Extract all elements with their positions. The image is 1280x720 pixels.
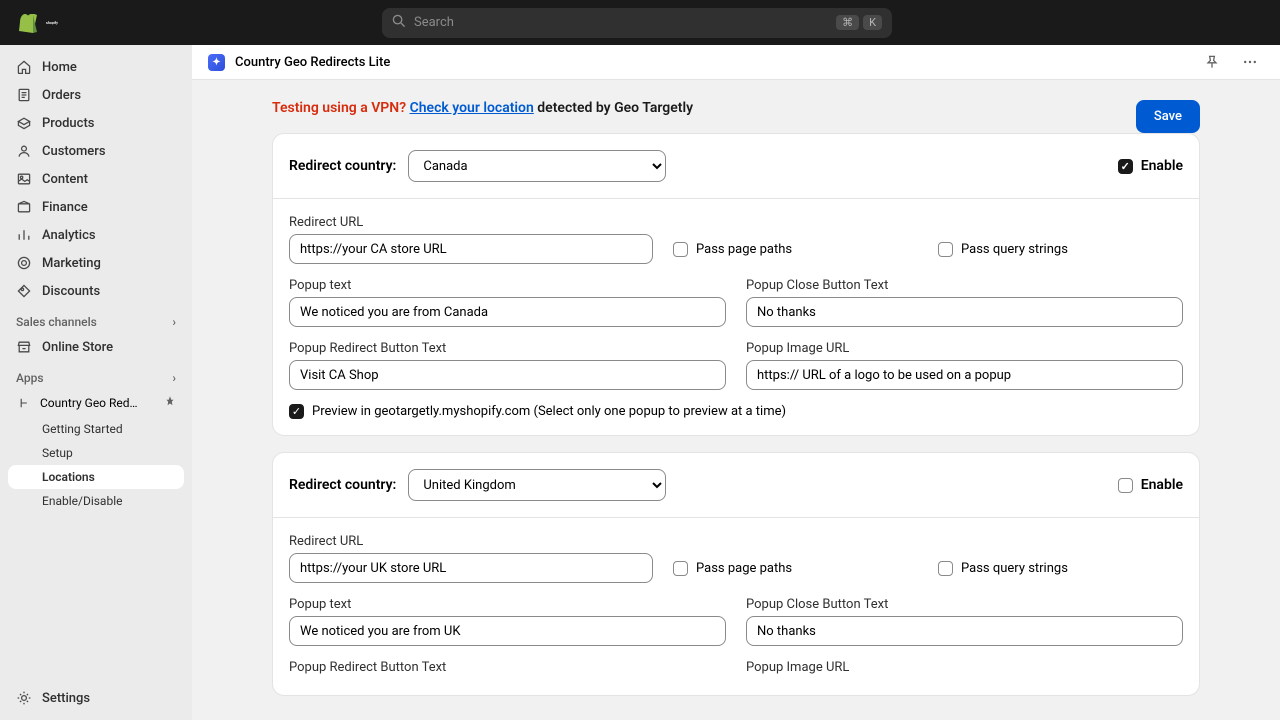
sales-channels-label: Sales channels› — [8, 305, 184, 333]
sidebar-item-marketing[interactable]: Marketing — [8, 249, 184, 277]
chevron-right-icon[interactable]: › — [172, 371, 176, 385]
sidebar-item-home[interactable]: Home — [8, 53, 184, 81]
pass-query-checkbox[interactable]: Pass query strings — [938, 234, 1183, 264]
store-icon — [16, 339, 32, 355]
redirect-url-input[interactable] — [289, 234, 653, 264]
marketing-icon — [16, 255, 32, 271]
sidebar-item-discounts[interactable]: Discounts — [8, 277, 184, 305]
tree-icon — [16, 395, 32, 411]
sidebar-item-settings[interactable]: Settings — [8, 684, 184, 712]
page-title: Country Geo Redirects Lite — [235, 55, 1188, 70]
search-icon — [392, 14, 406, 32]
sidebar: Home Orders Products Customers Content F… — [0, 45, 192, 720]
pin-icon[interactable] — [1198, 48, 1226, 76]
pass-query-checkbox[interactable]: Pass query strings — [938, 553, 1183, 583]
sidebar-app-country-geo[interactable]: Country Geo Redirect... — [8, 389, 184, 417]
shopify-logo: shopify — [16, 11, 70, 35]
check-location-link[interactable]: Check your location — [410, 100, 534, 116]
pass-paths-checkbox[interactable]: Pass page paths — [673, 553, 918, 583]
search-input[interactable]: Search ⌘ K — [382, 8, 892, 38]
topbar: shopify Search ⌘ K — [0, 0, 1280, 45]
sidebar-item-analytics[interactable]: Analytics — [8, 221, 184, 249]
redirect-country-label: Redirect country: — [289, 158, 396, 174]
location-card-uk: Redirect country: United Kingdom Enable … — [272, 452, 1200, 696]
location-card-canada: Redirect country: Canada ✓ Enable Redire… — [272, 133, 1200, 436]
search-placeholder: Search — [414, 15, 454, 30]
kbd-cmd: ⌘ — [836, 15, 859, 30]
popup-text-input[interactable] — [289, 616, 726, 646]
content-icon — [16, 171, 32, 187]
popup-close-input[interactable] — [746, 616, 1183, 646]
preview-checkbox[interactable]: ✓ — [289, 404, 304, 419]
enable-checkbox[interactable] — [1118, 478, 1133, 493]
vpn-warning: Testing using a VPN? Check your location… — [272, 100, 693, 116]
sidebar-item-products[interactable]: Products — [8, 109, 184, 137]
finance-icon — [16, 199, 32, 215]
popup-image-input[interactable] — [746, 360, 1183, 390]
page-header: ✦ Country Geo Redirects Lite — [192, 45, 1280, 80]
popup-redirect-input[interactable] — [289, 360, 726, 390]
redirect-url-input[interactable] — [289, 553, 653, 583]
sidebar-item-content[interactable]: Content — [8, 165, 184, 193]
pass-paths-checkbox[interactable]: Pass page paths — [673, 234, 918, 264]
popup-text-input[interactable] — [289, 297, 726, 327]
shopify-wordmark: shopify — [46, 11, 70, 35]
sidebar-item-online-store[interactable]: Online Store — [8, 333, 184, 361]
customers-icon — [16, 143, 32, 159]
sidebar-sub-setup[interactable]: Setup — [8, 441, 184, 465]
sidebar-item-orders[interactable]: Orders — [8, 81, 184, 109]
gear-icon — [16, 690, 32, 706]
sidebar-sub-locations[interactable]: Locations — [8, 465, 184, 489]
redirect-country-label: Redirect country: — [289, 477, 396, 493]
sidebar-item-customers[interactable]: Customers — [8, 137, 184, 165]
kbd-k: K — [863, 15, 882, 30]
pin-icon[interactable] — [164, 395, 176, 411]
country-select[interactable]: United Kingdom — [408, 469, 666, 501]
chevron-right-icon[interactable]: › — [172, 315, 176, 329]
svg-text:shopify: shopify — [46, 21, 58, 25]
analytics-icon — [16, 227, 32, 243]
sidebar-item-finance[interactable]: Finance — [8, 193, 184, 221]
sidebar-sub-getting-started[interactable]: Getting Started — [8, 417, 184, 441]
products-icon — [16, 115, 32, 131]
popup-close-input[interactable] — [746, 297, 1183, 327]
home-icon — [16, 59, 32, 75]
sidebar-sub-enable-disable[interactable]: Enable/Disable — [8, 489, 184, 513]
enable-checkbox[interactable]: ✓ — [1118, 159, 1133, 174]
app-logo-icon: ✦ — [208, 54, 225, 71]
orders-icon — [16, 87, 32, 103]
more-icon[interactable] — [1236, 48, 1264, 76]
apps-label: Apps› — [8, 361, 184, 389]
content-area: Testing using a VPN? Check your location… — [192, 80, 1280, 720]
country-select[interactable]: Canada — [408, 150, 666, 182]
save-button[interactable]: Save — [1136, 100, 1200, 133]
discounts-icon — [16, 283, 32, 299]
